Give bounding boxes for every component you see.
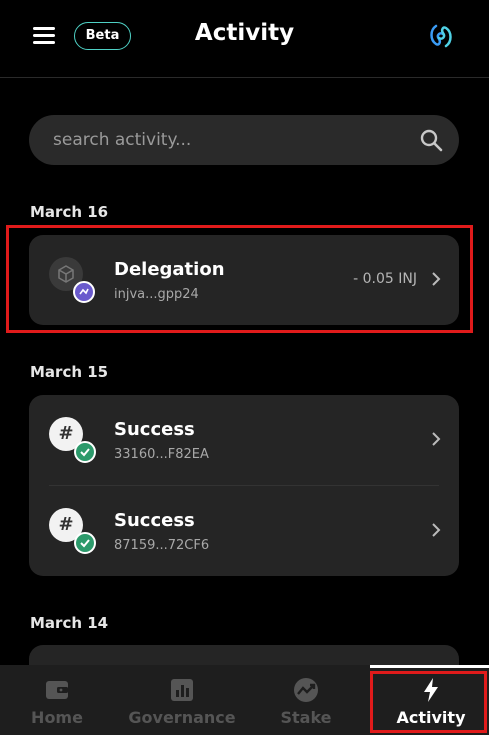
nav-stake[interactable]: Stake bbox=[271, 665, 341, 735]
nav-home[interactable]: Home bbox=[22, 665, 92, 735]
wallet-icon bbox=[46, 681, 68, 699]
active-tab-indicator bbox=[370, 665, 489, 668]
search-bar bbox=[29, 115, 459, 165]
highlight-box bbox=[370, 671, 487, 733]
search-icon[interactable] bbox=[419, 128, 443, 152]
page-title: Activity bbox=[194, 20, 295, 46]
success-check-icon bbox=[74, 441, 96, 463]
nav-label: Home bbox=[31, 708, 83, 727]
activity-row-success[interactable]: # Success 87159...72CF6 bbox=[29, 486, 459, 576]
nav-label: Stake bbox=[280, 708, 332, 727]
activity-title: Success bbox=[114, 419, 195, 440]
nav-label: Governance bbox=[128, 708, 236, 727]
success-check-icon bbox=[74, 532, 96, 554]
chevron-right-icon bbox=[432, 523, 441, 537]
date-header: March 15 bbox=[30, 363, 109, 381]
injective-logo-icon[interactable] bbox=[427, 22, 455, 50]
date-header: March 16 bbox=[30, 203, 109, 221]
activity-hash: 33160...F82EA bbox=[114, 447, 209, 462]
chevron-right-icon bbox=[432, 432, 441, 446]
date-header: March 14 bbox=[30, 614, 109, 632]
nav-governance[interactable]: Governance bbox=[127, 665, 237, 735]
activity-card: # Success 33160...F82EA # Success 87159.… bbox=[29, 395, 459, 576]
chart-icon bbox=[171, 679, 193, 701]
stake-icon bbox=[294, 678, 318, 702]
activity-row-success[interactable]: # Success 33160...F82EA bbox=[29, 395, 459, 485]
app-header: Beta Activity bbox=[0, 0, 489, 78]
highlight-box bbox=[6, 225, 473, 333]
activity-hash: 87159...72CF6 bbox=[114, 538, 210, 553]
search-input[interactable] bbox=[53, 115, 413, 165]
activity-title: Success bbox=[114, 510, 195, 531]
